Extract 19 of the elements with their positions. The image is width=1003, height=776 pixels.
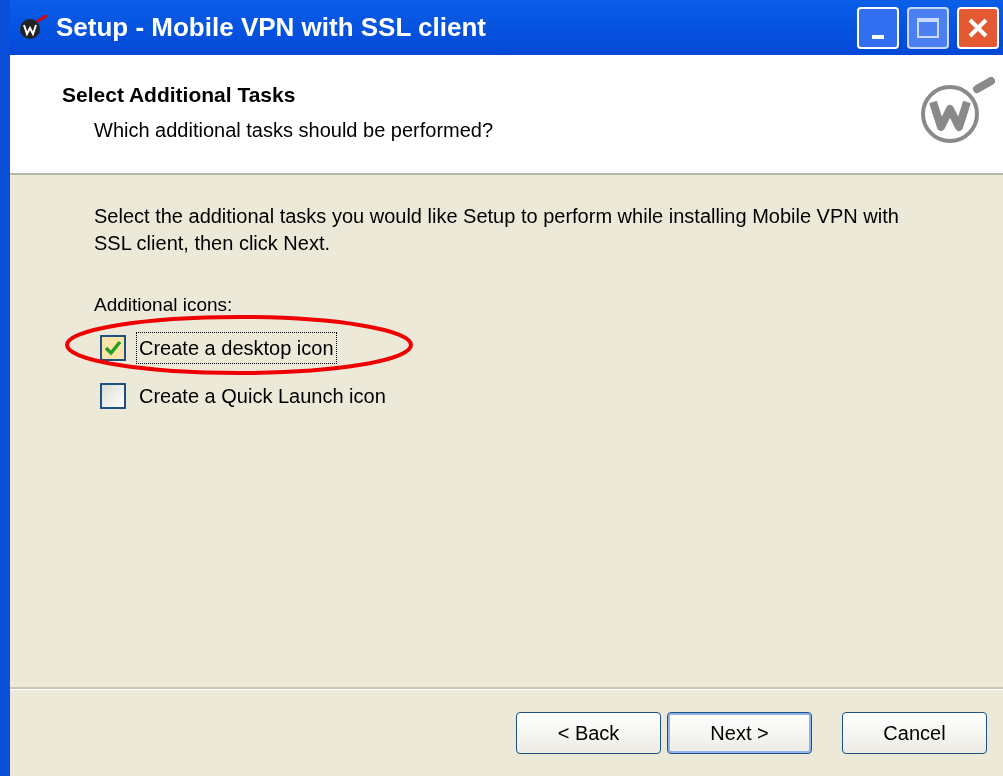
checkbox-label[interactable]: Create a desktop icon — [136, 331, 337, 364]
wizard-button[interactable]: < Back — [516, 712, 661, 754]
group-label: Additional icons: — [94, 293, 234, 317]
intro-text: Select the additional tasks you would like Setup to perform while installing Mobile VPN with SSL client, then click Next. — [94, 204, 900, 256]
checkbox-label[interactable]: Create a Quick Launch icon — [136, 379, 389, 412]
wizard-button[interactable]: Cancel — [842, 712, 987, 754]
page-subtitle: Which additional tasks should be performed? — [93, 117, 494, 143]
check-icon — [104, 339, 122, 356]
close-icon — [967, 16, 989, 39]
minimize-button[interactable] — [857, 6, 899, 49]
checkbox[interactable] — [100, 334, 126, 361]
close-button[interactable] — [957, 6, 999, 49]
page-title: Select Additional Tasks — [62, 82, 297, 108]
window-title: Setup - Mobile VPN with SSL client — [56, 11, 487, 44]
wizard-button[interactable]: Next > — [667, 712, 812, 754]
maximize-button[interactable] — [907, 6, 949, 49]
app-logo-icon — [18, 14, 48, 41]
logo-icon — [919, 75, 995, 145]
checkbox[interactable] — [100, 382, 126, 409]
